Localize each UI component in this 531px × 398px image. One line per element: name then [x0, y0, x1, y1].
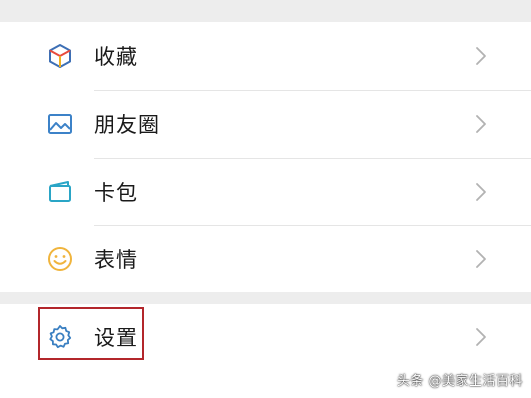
sticker-smiley-icon: [46, 245, 74, 273]
menu-item-label: 朋友圈: [94, 112, 160, 137]
favorites-cube-icon: [46, 42, 74, 70]
top-spacer: [0, 0, 531, 22]
menu-item-moments[interactable]: 朋友圈: [0, 90, 531, 157]
settings-highlight-box: [38, 307, 144, 360]
chevron-right-icon: [475, 327, 487, 347]
chevron-right-icon: [475, 114, 487, 134]
section-spacer: [0, 292, 531, 304]
menu-item-stickers[interactable]: 表情: [0, 225, 531, 292]
chevron-right-icon: [475, 46, 487, 66]
menu-item-label: 卡包: [94, 180, 138, 205]
card-wallet-icon: [46, 178, 74, 206]
watermark: 头条 @美家生活百科: [396, 374, 523, 389]
menu-item-favorites[interactable]: 收藏: [0, 22, 531, 89]
chevron-right-icon: [475, 182, 487, 202]
menu-group: 收藏 朋友圈 卡包 表情: [0, 22, 531, 292]
menu-item-label: 收藏: [94, 44, 138, 69]
menu-item-cards[interactable]: 卡包: [0, 158, 531, 225]
menu-item-label: 表情: [94, 247, 138, 272]
chevron-right-icon: [475, 249, 487, 269]
moments-image-icon: [46, 110, 74, 138]
